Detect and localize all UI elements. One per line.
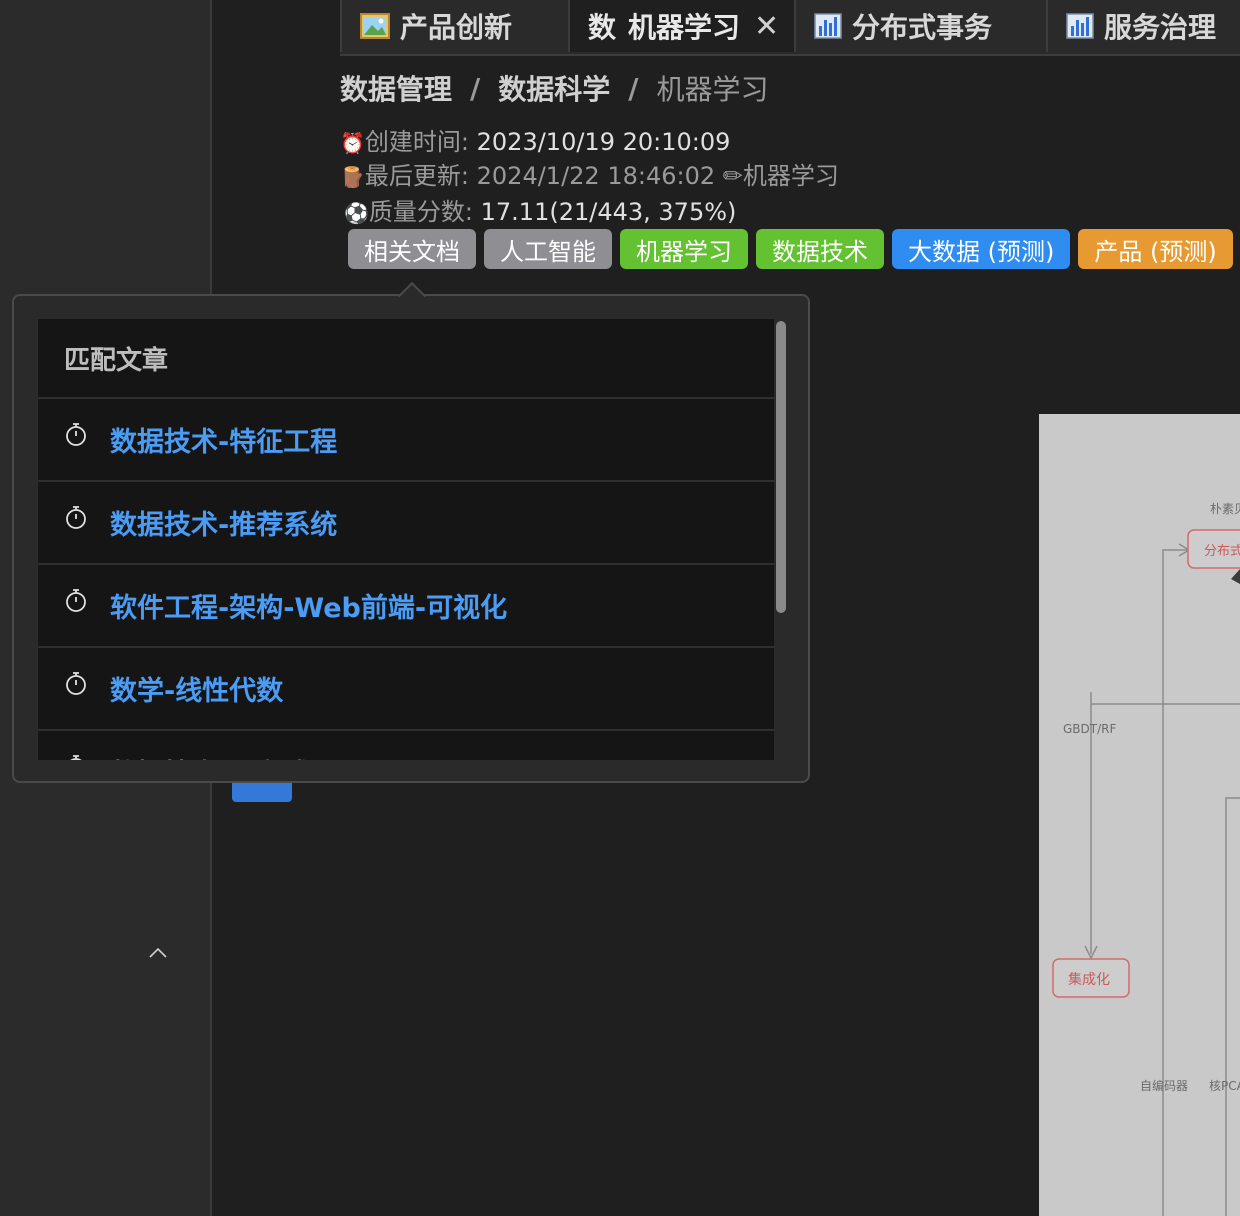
breadcrumb-separator: / <box>470 71 481 105</box>
tag-data-tech[interactable]: 数据技术 <box>756 229 884 269</box>
quality-value: 17.11(21/443, 375%) <box>480 198 737 226</box>
stopwatch-icon <box>66 671 86 695</box>
created-time: ⏰创建时间: 2023/10/19 20:10:09 <box>340 122 730 157</box>
created-label: 创建时间: <box>364 128 469 156</box>
diagram-label: 核PCA <box>1209 1079 1240 1093</box>
mind-map-diagram: 朴素贝 分布式 GBDT/RF 集成化 自编码器 核PCA <box>1039 414 1240 1216</box>
breadcrumb-separator: / <box>628 71 639 105</box>
breadcrumb-item[interactable]: 数据管理 <box>340 68 452 108</box>
matched-articles-list: 匹配文章 数据技术-特征工程 数据技术-推荐系统 软件工程-架构-Web前端-可… <box>38 319 774 760</box>
created-value: 2023/10/19 20:10:09 <box>476 128 731 156</box>
quality-label: 质量分数: <box>368 198 473 226</box>
wood-icon: 🪵 <box>340 165 365 189</box>
diagram-node: 分布式 <box>1204 544 1240 559</box>
alarm-clock-icon: ⏰ <box>340 131 365 155</box>
tab-bar: 产品创新 数 机器学习 ✕ 分布式事务 服务治理 <box>340 0 1240 56</box>
tab-abbr: 数 <box>588 11 617 44</box>
tab-service-governance[interactable]: 服务治理 <box>1046 0 1240 52</box>
list-item[interactable]: 数据技术-特征工程 <box>38 399 774 482</box>
popover-title: 匹配文章 <box>38 319 774 399</box>
matched-articles-popover: 匹配文章 数据技术-特征工程 数据技术-推荐系统 软件工程-架构-Web前端-可… <box>12 294 810 783</box>
list-item[interactable]: 数学-线性代数 <box>38 648 774 731</box>
quality-score: ⚽质量分数: 17.11(21/443, 375%) <box>344 192 736 227</box>
breadcrumb-current: 机器学习 <box>656 73 769 106</box>
list-item[interactable]: 数据技术-分布式 <box>38 731 774 760</box>
tag-related-docs[interactable]: 相关文档 <box>348 229 476 269</box>
tag-list: 相关文档 人工智能 机器学习 数据技术 大数据 (预测) 产品 (预测) <box>348 229 1233 269</box>
list-item[interactable]: 软件工程-架构-Web前端-可视化 <box>38 565 774 648</box>
article-link[interactable]: 软件工程-架构-Web前端-可视化 <box>110 586 507 625</box>
tag-big-data-predicted[interactable]: 大数据 (预测) <box>892 229 1071 269</box>
diagram-label: 朴素贝 <box>1210 501 1240 516</box>
stopwatch-icon <box>69 754 83 760</box>
pencil-icon: ✏ <box>722 162 743 190</box>
updated-value: 2024/1/22 18:46:02 <box>476 162 716 190</box>
stopwatch-icon <box>66 505 86 529</box>
tab-label: 机器学习 <box>628 11 741 44</box>
tab-distributed-transactions[interactable]: 分布式事务 <box>794 0 1046 52</box>
bar-chart-icon <box>1066 13 1094 39</box>
breadcrumb: 数据管理 / 数据科学 / 机器学习 <box>340 68 769 108</box>
soccer-ball-icon: ⚽ <box>344 201 369 225</box>
breadcrumb-item[interactable]: 数据科学 <box>498 68 610 108</box>
tab-machine-learning[interactable]: 数 机器学习 ✕ <box>568 0 794 52</box>
tag-ai[interactable]: 人工智能 <box>484 229 612 269</box>
diagram-label: GBDT/RF <box>1063 722 1116 736</box>
updated-by[interactable]: 机器学习 <box>743 162 839 190</box>
image-icon <box>360 13 390 39</box>
bar-chart-icon <box>814 13 842 39</box>
tag-product-predicted[interactable]: 产品 (预测) <box>1078 229 1233 269</box>
updated-label: 最后更新: <box>364 162 469 190</box>
article-link[interactable]: 数据技术-特征工程 <box>110 420 337 459</box>
scrollbar[interactable] <box>776 319 788 760</box>
list-item[interactable]: 数据技术-推荐系统 <box>38 482 774 565</box>
scrollbar-thumb[interactable] <box>776 321 786 613</box>
article-link[interactable]: 数据技术-分布式 <box>110 752 310 760</box>
stopwatch-icon <box>66 422 86 446</box>
stopwatch-icon <box>66 588 86 612</box>
tab-label: 产品创新 <box>400 11 513 44</box>
diagram-label: 自编码器 <box>1140 1078 1188 1093</box>
tab-product-innovation[interactable]: 产品创新 <box>340 0 568 52</box>
chevron-up-icon[interactable] <box>146 940 170 964</box>
article-link[interactable]: 数学-线性代数 <box>110 669 283 708</box>
diagram-node: 集成化 <box>1068 971 1110 988</box>
article-link[interactable]: 数据技术-推荐系统 <box>110 503 337 542</box>
tab-label: 分布式事务 <box>852 11 993 44</box>
updated-time: 🪵最后更新: 2024/1/22 18:46:02 ✏机器学习 <box>340 156 839 191</box>
tag-machine-learning[interactable]: 机器学习 <box>620 229 748 269</box>
close-icon[interactable]: ✕ <box>754 9 779 44</box>
tab-label: 服务治理 <box>1104 11 1217 44</box>
